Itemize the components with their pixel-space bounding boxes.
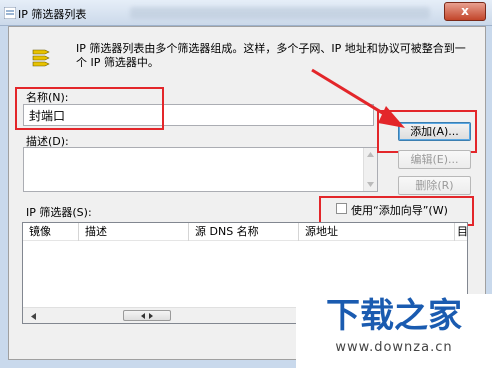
window-title: IP 筛选器列表 [18,8,87,21]
blurred-title-region [130,7,430,19]
scroll-down-icon[interactable] [367,182,374,187]
delete-button[interactable]: 删除(R) [398,176,471,195]
scroll-thumb[interactable] [123,310,171,321]
scroll-up-icon[interactable] [367,152,374,157]
filter-list-icon [32,49,50,67]
column-header-description[interactable]: 描述 [79,223,189,241]
column-header-mirror[interactable]: 镜像 [23,223,79,241]
list-header: 镜像 描述 源 DNS 名称 源地址 目 [23,223,468,241]
edit-button[interactable]: 编辑(E)... [398,150,471,169]
annotation-arrow [311,68,405,128]
dialog-description: IP 筛选器列表由多个筛选器组成。这样，多个子网、IP 地址和协议可被整合到一个… [76,42,466,69]
watermark: 下载之家 www.downza.cn [296,294,492,368]
description-scrollbar[interactable] [363,148,377,191]
scroll-left-icon[interactable] [31,313,36,320]
watermark-name: 下载之家 [326,296,462,336]
watermark-url: www.downza.cn [335,340,453,355]
column-header-source-dns[interactable]: 源 DNS 名称 [189,223,299,241]
window-icon [4,7,16,19]
description-input[interactable] [23,147,378,192]
ip-filters-label: IP 筛选器(S): [26,206,92,219]
scroll-thumb-icon [141,313,153,319]
column-header-destination[interactable]: 目 [455,223,468,241]
column-header-source-address[interactable]: 源地址 [299,223,455,241]
annotation-box-name [15,87,164,130]
title-bar: IP 筛选器列表 x [0,0,492,26]
close-button[interactable]: x [444,2,486,21]
